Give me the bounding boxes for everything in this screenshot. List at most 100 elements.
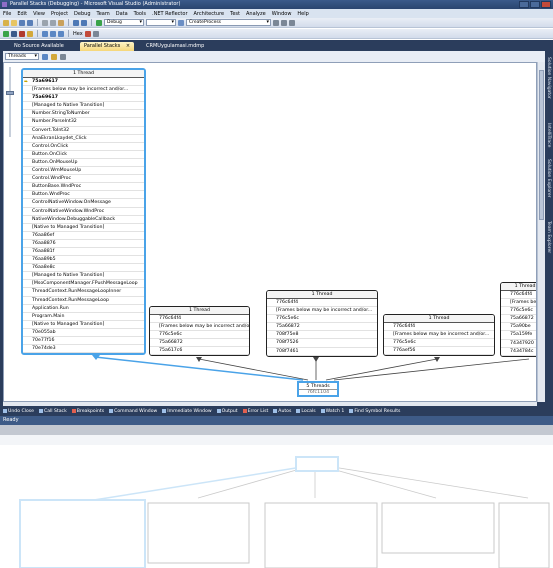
close-button[interactable] bbox=[541, 1, 551, 8]
minimize-button[interactable] bbox=[519, 1, 529, 8]
properties-icon[interactable] bbox=[281, 19, 287, 26]
tab-no-source[interactable]: No Source Available bbox=[10, 42, 68, 51]
stack-frame[interactable]: Program.Main bbox=[23, 313, 144, 321]
stack-frame[interactable]: Convert.ToInt32 bbox=[23, 127, 144, 135]
menu-analyze[interactable]: Analyze bbox=[246, 11, 266, 17]
close-tab-icon[interactable]: × bbox=[126, 43, 130, 49]
stack-frame[interactable]: Button.OnMouseUp bbox=[23, 159, 144, 168]
parallel-stacks-canvas[interactable]: 1 Thread ➨ 75a69617 [Frames below may be i… bbox=[3, 62, 537, 402]
menu-file[interactable]: File bbox=[3, 11, 11, 17]
tab-team-explorer[interactable]: Team Explorer bbox=[546, 221, 551, 253]
stack-frame[interactable]: NativeWindow.DebuggableCallback bbox=[23, 216, 144, 224]
stack-frame[interactable]: 708f7461 bbox=[267, 348, 377, 356]
stack-frame[interactable]: ➨ 75a69617 bbox=[23, 78, 144, 87]
stack-frame[interactable]: ButtonBase.WndProc bbox=[23, 183, 144, 192]
stack-frame[interactable]: 708f75e8 bbox=[267, 331, 377, 340]
menu-tools[interactable]: Tools bbox=[134, 11, 146, 17]
threads-tasks-dropdown[interactable]: Threads bbox=[5, 53, 39, 60]
cut-icon[interactable] bbox=[42, 19, 48, 26]
stack-frame[interactable]: Control.OnClick bbox=[23, 143, 144, 151]
stack-frame[interactable]: 74347920 bbox=[501, 340, 536, 348]
menu-test[interactable]: Test bbox=[230, 11, 240, 17]
stack-frame[interactable]: 70e055ab bbox=[23, 329, 144, 337]
menu-window[interactable]: Window bbox=[272, 11, 292, 17]
tab-autos[interactable]: Autos bbox=[273, 409, 291, 414]
stack-frame[interactable]: [MsoComponentManager.FPushMessageLoop bbox=[23, 280, 144, 289]
stack-frame[interactable]: 776c5e6c bbox=[150, 331, 249, 340]
stack-frame[interactable]: AnaEkranLkaydet_Click bbox=[23, 135, 144, 143]
stack-frame[interactable]: 75a90be bbox=[501, 323, 536, 332]
tab-undo-close[interactable]: Undo Close bbox=[3, 409, 34, 414]
play-icon[interactable] bbox=[3, 30, 9, 37]
root-stack-5-threads[interactable]: 5 Threads 76fc1104 bbox=[297, 381, 339, 397]
tab-watch-1[interactable]: Watch 1 bbox=[320, 409, 344, 414]
tab-output[interactable]: Output bbox=[216, 409, 238, 414]
stack-frame[interactable]: Control.WndProc bbox=[23, 175, 144, 184]
tab-call-stack[interactable]: Call Stack bbox=[38, 409, 67, 414]
stack-frame[interactable]: [Managed to Native Transition] bbox=[23, 102, 144, 111]
tab-breakpoints[interactable]: Breakpoints bbox=[71, 409, 104, 414]
stack-frame[interactable]: [Native to Managed Transition] bbox=[23, 321, 144, 329]
stack-frame[interactable]: 776c64f4 bbox=[150, 315, 249, 324]
tab-solution-navigator[interactable]: Solution Navigator bbox=[546, 57, 551, 99]
stack-frame[interactable]: [Frames below may be incorrect and/or... bbox=[267, 307, 377, 316]
step-out-icon[interactable] bbox=[58, 30, 64, 37]
menu-data[interactable]: Data bbox=[116, 11, 128, 17]
stack-frame[interactable]: [Frames below bbox=[501, 299, 536, 308]
stack-frame[interactable]: 708f7526 bbox=[267, 339, 377, 348]
solution-config-dropdown[interactable]: Debug bbox=[104, 19, 144, 26]
stack-frame[interactable]: ThreadContext.RunMessageLoop bbox=[23, 297, 144, 305]
stack-frame[interactable]: [Frames below may be incorrect and/or... bbox=[23, 86, 144, 95]
copy-icon[interactable] bbox=[50, 19, 56, 26]
main-thread-stack[interactable]: 1 Thread ➨ 75a69617 [Frames below may be i… bbox=[21, 68, 146, 356]
tab-parallel-stacks[interactable]: Parallel Stacks × bbox=[80, 42, 135, 51]
method-view-icon[interactable] bbox=[42, 53, 48, 60]
menu-architecture[interactable]: Architecture bbox=[194, 11, 225, 17]
stack-frame[interactable]: 776aef56 bbox=[384, 347, 494, 356]
redo-icon[interactable] bbox=[81, 19, 87, 26]
menu-reflector[interactable]: .NET Reflector bbox=[152, 11, 188, 17]
stack-frame[interactable]: Application.Run bbox=[23, 305, 144, 313]
save-icon[interactable] bbox=[19, 19, 25, 26]
vertical-scrollbar[interactable] bbox=[537, 62, 545, 402]
step-into-icon[interactable] bbox=[42, 30, 48, 37]
stack-frame[interactable]: 76aa8e8c bbox=[23, 264, 144, 273]
thread-stack-1[interactable]: 1 Thread 776c64f4 [Frames below may be in… bbox=[149, 306, 250, 357]
thread-stack-3[interactable]: 1 Thread 776c64f4 [Frames below may be in… bbox=[383, 314, 495, 357]
paste-icon[interactable] bbox=[58, 19, 64, 26]
stack-frame[interactable]: 75a617c6 bbox=[150, 347, 249, 356]
scroll-thumb[interactable] bbox=[539, 70, 544, 220]
stack-frame[interactable]: Button.WndProc bbox=[23, 191, 144, 200]
menu-team[interactable]: Team bbox=[97, 11, 110, 17]
show-threads-icon[interactable] bbox=[92, 30, 99, 37]
stack-frame[interactable]: 7434784c bbox=[501, 348, 536, 356]
stack-frame[interactable]: 75a159fe bbox=[501, 331, 536, 340]
stack-frame[interactable]: [Frames below may be incorrect and/or... bbox=[150, 323, 249, 332]
maximize-button[interactable] bbox=[530, 1, 540, 8]
stack-frame[interactable]: Number.StringToNumber bbox=[23, 110, 144, 119]
menu-debug[interactable]: Debug bbox=[74, 11, 90, 17]
stack-frame[interactable]: 75a66872 bbox=[267, 323, 377, 332]
break-all-icon[interactable] bbox=[11, 30, 17, 37]
tab-command-window[interactable]: Command Window bbox=[109, 409, 157, 414]
menu-edit[interactable]: Edit bbox=[17, 11, 27, 17]
tab-error-list[interactable]: Error List bbox=[242, 409, 268, 414]
stack-frame[interactable]: [Frames below may be incorrect and/or... bbox=[384, 331, 494, 340]
stack-frame[interactable]: [Native to Managed Transition] bbox=[23, 224, 144, 232]
menu-project[interactable]: Project bbox=[51, 11, 68, 17]
stop-icon[interactable] bbox=[19, 30, 25, 37]
stack-frame[interactable]: 776c5e6c bbox=[384, 339, 494, 348]
stack-frame[interactable]: 76aa89b5 bbox=[23, 256, 144, 265]
stack-frame[interactable]: [Managed to Native Transition] bbox=[23, 272, 144, 281]
tab-find-symbol-results[interactable]: Find Symbol Results bbox=[349, 409, 400, 414]
restart-icon[interactable] bbox=[27, 30, 33, 37]
continue-icon[interactable] bbox=[96, 19, 102, 26]
save-all-icon[interactable] bbox=[27, 19, 33, 26]
stack-frame[interactable]: 776c64f4 bbox=[384, 323, 494, 332]
menu-help[interactable]: Help bbox=[297, 11, 308, 17]
tab-solution-explorer[interactable]: Solution Explorer bbox=[546, 159, 551, 198]
stack-frame[interactable]: 75a66872 bbox=[501, 315, 536, 324]
stack-frame[interactable]: 75a69617 bbox=[23, 94, 144, 103]
tab-intellitrace[interactable]: IntelliTrace bbox=[546, 123, 551, 147]
hex-toggle[interactable]: Hex bbox=[73, 31, 83, 37]
